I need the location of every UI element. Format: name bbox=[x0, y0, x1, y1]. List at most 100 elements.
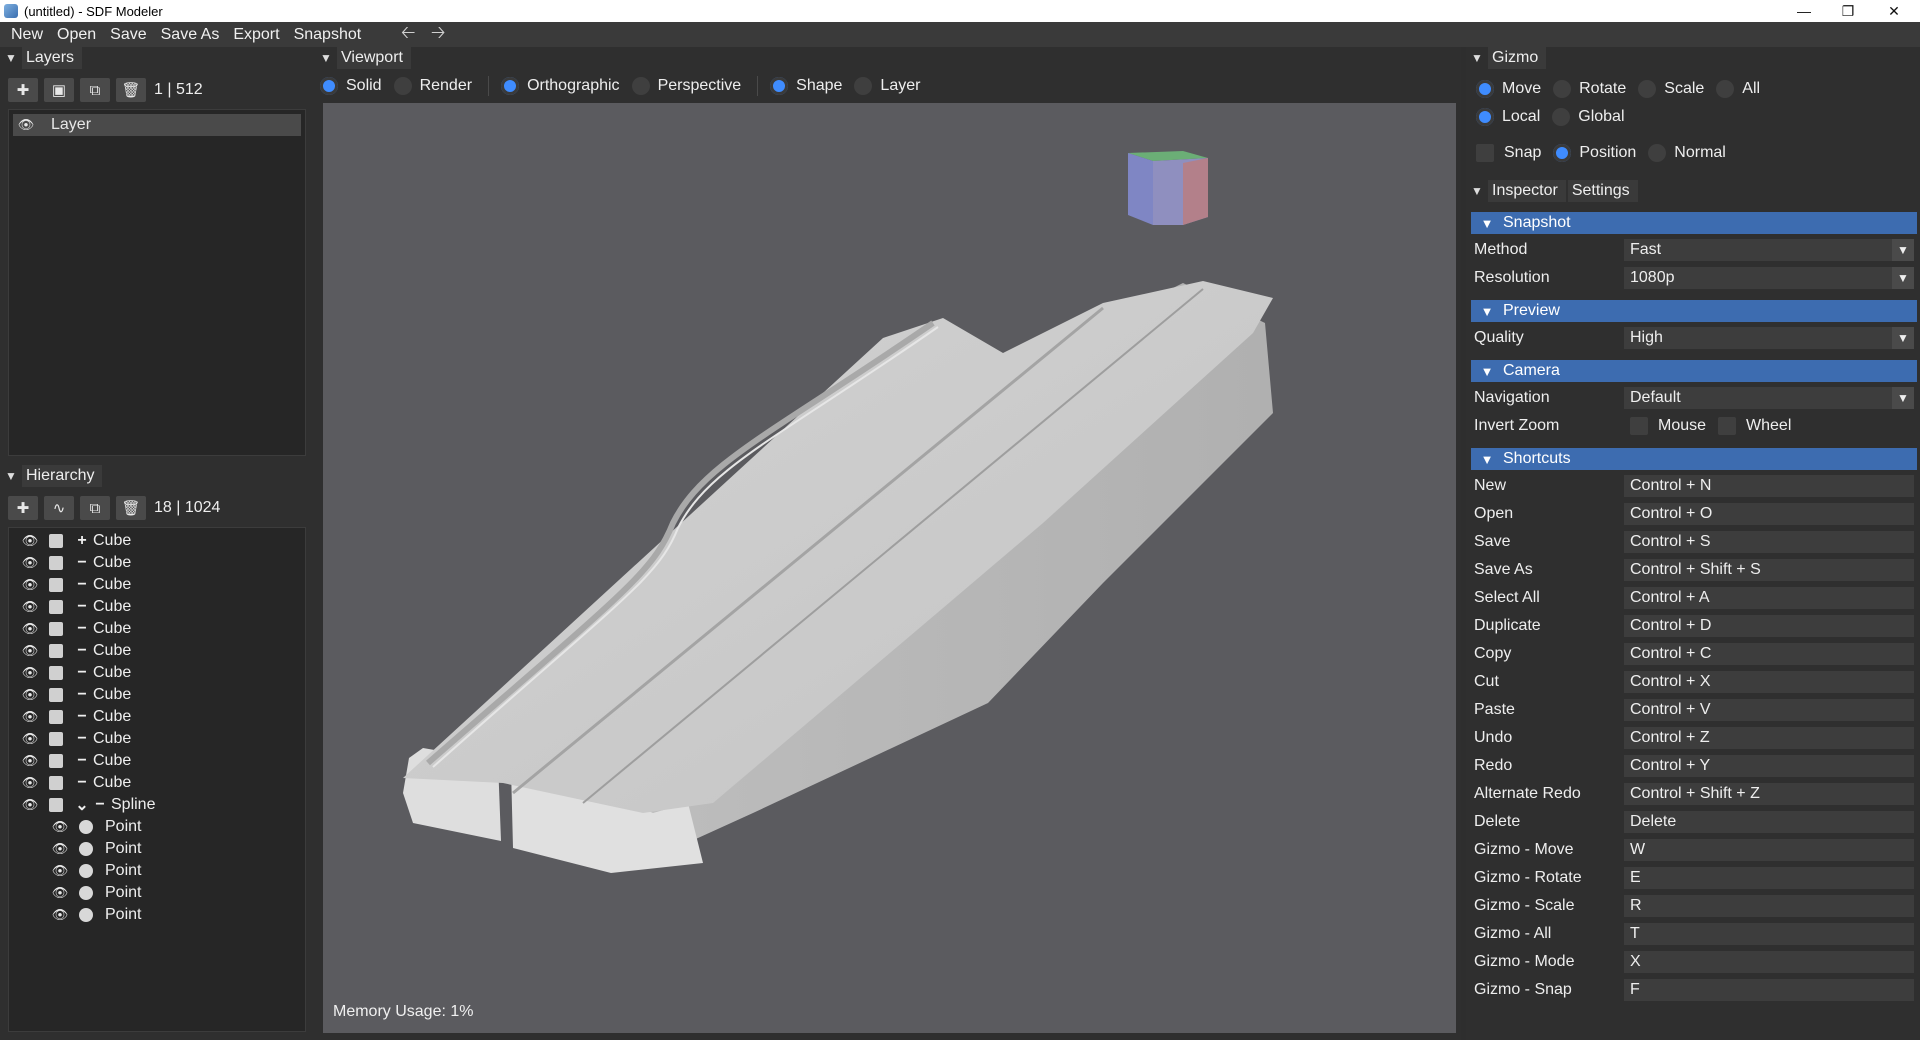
add-shape-button[interactable]: ✚ bbox=[8, 496, 38, 520]
select-checkbox[interactable] bbox=[49, 754, 63, 768]
hierarchy-item[interactable]: 👁 − Cube bbox=[9, 772, 132, 794]
duplicate-shape-button[interactable]: ⧉ bbox=[80, 496, 110, 520]
add-layer-button[interactable]: ✚ bbox=[8, 78, 38, 102]
collapse-icon[interactable]: ▼ bbox=[0, 469, 22, 483]
hierarchy-item[interactable]: 👁 − Cube bbox=[9, 706, 132, 728]
select-checkbox[interactable] bbox=[49, 578, 63, 592]
hierarchy-item[interactable]: 👁 − Cube bbox=[9, 684, 132, 706]
select-checkbox[interactable] bbox=[49, 776, 63, 790]
menu-save-as[interactable]: Save As bbox=[154, 22, 227, 47]
eye-icon[interactable]: 👁 bbox=[45, 841, 75, 857]
menu-export[interactable]: Export bbox=[226, 22, 286, 47]
orthographic-radio[interactable]: Orthographic bbox=[501, 77, 620, 95]
viewport-tab[interactable]: Viewport bbox=[337, 47, 411, 69]
menu-snapshot[interactable]: Snapshot bbox=[287, 22, 369, 47]
shortcut-value-field[interactable]: Control + C bbox=[1624, 643, 1914, 665]
collapse-icon[interactable]: ▼ bbox=[1466, 184, 1488, 198]
shortcut-value-field[interactable]: F bbox=[1624, 979, 1914, 1001]
delete-shape-button[interactable]: 🗑 bbox=[116, 496, 146, 520]
local-radio[interactable]: Local bbox=[1476, 108, 1540, 126]
hierarchy-item[interactable]: 👁 − Cube bbox=[9, 574, 132, 596]
snapshot-section[interactable]: ▼ Snapshot bbox=[1471, 212, 1917, 234]
shortcut-value-field[interactable]: Control + S bbox=[1624, 531, 1914, 553]
collapse-icon[interactable]: ▼ bbox=[0, 51, 22, 65]
rotate-radio[interactable]: Rotate bbox=[1553, 80, 1626, 98]
quality-select[interactable]: High ▼ bbox=[1624, 327, 1914, 349]
mouse-checkbox[interactable]: Mouse bbox=[1624, 417, 1706, 435]
undo-arrow-icon[interactable]: 🡠 bbox=[396, 20, 420, 50]
navigation-select[interactable]: Default ▼ bbox=[1624, 387, 1914, 409]
menu-new[interactable]: New bbox=[4, 22, 50, 47]
eye-icon[interactable]: 👁 bbox=[15, 555, 45, 571]
restore-icon[interactable]: ❐ bbox=[1826, 0, 1870, 22]
hierarchy-item[interactable]: 👁 Point bbox=[9, 904, 142, 926]
hierarchy-item[interactable]: 👁 + Cube bbox=[9, 530, 132, 552]
eye-icon[interactable]: 👁 bbox=[15, 577, 45, 593]
shortcut-value-field[interactable]: Control + X bbox=[1624, 671, 1914, 693]
solid-radio[interactable]: Solid bbox=[320, 77, 382, 95]
delete-layer-button[interactable]: 🗑 bbox=[116, 78, 146, 102]
hierarchy-item[interactable]: 👁 Point bbox=[9, 860, 142, 882]
method-select[interactable]: Fast ▼ bbox=[1624, 239, 1914, 261]
eye-icon[interactable]: 👁 bbox=[15, 687, 45, 703]
preview-section[interactable]: ▼ Preview bbox=[1471, 300, 1917, 322]
shortcuts-section[interactable]: ▼ Shortcuts bbox=[1471, 448, 1917, 470]
shape-radio[interactable]: Shape bbox=[770, 77, 842, 95]
hierarchy-item[interactable]: 👁 − Cube bbox=[9, 596, 132, 618]
global-radio[interactable]: Global bbox=[1552, 108, 1625, 126]
hierarchy-item[interactable]: 👁 ⌄ − Spline bbox=[9, 794, 156, 816]
shortcut-value-field[interactable]: Control + Shift + S bbox=[1624, 559, 1914, 581]
menu-open[interactable]: Open bbox=[50, 22, 103, 47]
eye-icon[interactable]: 👁 bbox=[45, 907, 75, 923]
shortcut-value-field[interactable]: Control + Y bbox=[1624, 755, 1914, 777]
select-checkbox[interactable] bbox=[49, 666, 63, 680]
collapse-icon[interactable]: ▼ bbox=[315, 51, 337, 65]
minimize-icon[interactable]: — bbox=[1782, 0, 1826, 22]
shortcut-value-field[interactable]: E bbox=[1624, 867, 1914, 889]
scale-radio[interactable]: Scale bbox=[1638, 80, 1704, 98]
layer-radio[interactable]: Layer bbox=[854, 77, 920, 95]
shortcut-value-field[interactable]: T bbox=[1624, 923, 1914, 945]
layer-item[interactable]: 👁 Layer bbox=[13, 114, 301, 136]
hierarchy-item[interactable]: 👁 Point bbox=[9, 816, 142, 838]
shortcut-value-field[interactable]: R bbox=[1624, 895, 1914, 917]
settings-tab[interactable]: Settings bbox=[1567, 180, 1638, 202]
hierarchy-item[interactable]: 👁 Point bbox=[9, 882, 142, 904]
menu-save[interactable]: Save bbox=[103, 22, 153, 47]
hierarchy-item[interactable]: 👁 − Cube bbox=[9, 728, 132, 750]
image-layer-button[interactable]: ▣ bbox=[44, 78, 74, 102]
eye-icon[interactable]: 👁 bbox=[45, 885, 75, 901]
hierarchy-tab[interactable]: Hierarchy bbox=[22, 465, 103, 487]
perspective-radio[interactable]: Perspective bbox=[631, 77, 741, 95]
close-icon[interactable]: ✕ bbox=[1872, 0, 1916, 22]
hierarchy-item[interactable]: 👁 − Cube bbox=[9, 552, 132, 574]
shortcut-value-field[interactable]: Delete bbox=[1624, 811, 1914, 833]
hierarchy-item[interactable]: 👁 − Cube bbox=[9, 618, 132, 640]
camera-section[interactable]: ▼ Camera bbox=[1471, 360, 1917, 382]
render-radio[interactable]: Render bbox=[393, 77, 472, 95]
eye-icon[interactable]: 👁 bbox=[15, 599, 45, 615]
shortcut-value-field[interactable]: W bbox=[1624, 839, 1914, 861]
select-checkbox[interactable] bbox=[49, 688, 63, 702]
duplicate-layer-button[interactable]: ⧉ bbox=[80, 78, 110, 102]
eye-icon[interactable]: 👁 bbox=[45, 863, 75, 879]
eye-icon[interactable]: 👁 bbox=[15, 731, 45, 747]
add-spline-button[interactable]: ∿ bbox=[44, 496, 74, 520]
shortcut-value-field[interactable]: Control + Z bbox=[1624, 727, 1914, 749]
gizmo-tab[interactable]: Gizmo bbox=[1488, 47, 1547, 69]
select-checkbox[interactable] bbox=[49, 710, 63, 724]
wheel-checkbox[interactable]: Wheel bbox=[1718, 417, 1791, 435]
select-checkbox[interactable] bbox=[49, 556, 63, 570]
eye-icon[interactable]: 👁 bbox=[15, 643, 45, 659]
hierarchy-item[interactable]: 👁 − Cube bbox=[9, 662, 132, 684]
select-checkbox[interactable] bbox=[49, 622, 63, 636]
shortcut-value-field[interactable]: Control + Shift + Z bbox=[1624, 783, 1914, 805]
hierarchy-item[interactable]: 👁 Point bbox=[9, 838, 142, 860]
eye-icon[interactable]: 👁 bbox=[15, 753, 45, 769]
shortcut-value-field[interactable]: Control + V bbox=[1624, 699, 1914, 721]
eye-icon[interactable]: 👁 bbox=[15, 621, 45, 637]
3d-viewport[interactable]: Memory Usage: 1% bbox=[323, 103, 1456, 1033]
inspector-tab[interactable]: Inspector bbox=[1488, 180, 1566, 202]
select-checkbox[interactable] bbox=[49, 732, 63, 746]
move-radio[interactable]: Move bbox=[1476, 80, 1541, 98]
